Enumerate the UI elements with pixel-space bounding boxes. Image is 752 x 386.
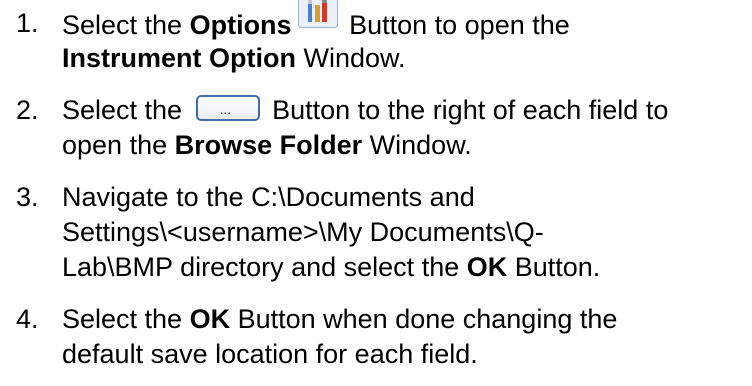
ui-term-instrument-option: Instrument Option — [62, 43, 296, 73]
options-icon — [297, 0, 338, 28]
step-line: default save location for each field. — [62, 339, 478, 369]
step-line: Lab\BMP directory and select the OK Butt… — [62, 252, 601, 282]
step-line: Settings\<username>\My Documents\Q- — [62, 217, 544, 247]
step-number: 2. — [16, 95, 39, 125]
step-number: 4. — [16, 304, 39, 334]
step-text: Select the Options Button to open the In… — [62, 0, 752, 76]
step-text: Select the OK Button when done changing … — [62, 302, 752, 372]
step-line: open the Browse Folder Window. — [62, 130, 472, 160]
step-line: Select the OK Button when done changing … — [62, 304, 618, 334]
step-number: 3. — [16, 182, 39, 212]
ui-term-options: Options — [189, 10, 292, 40]
ui-term-ok: OK — [189, 304, 231, 334]
step-text: Select the ... Button to the right of ea… — [62, 93, 752, 163]
step-line: Select the Options Button to open the — [62, 0, 752, 41]
step-line: Navigate to the C:\Documents and — [62, 182, 475, 212]
ui-term-browse-folder: Browse Folder — [174, 130, 363, 160]
ui-term-ok: OK — [466, 252, 508, 282]
ellipsis-button-icon: ... — [195, 95, 260, 121]
step-number: 1. — [16, 8, 39, 38]
step-text: Navigate to the C:\Documents and Setting… — [62, 180, 752, 285]
step-line: Instrument Option Window. — [62, 43, 406, 73]
step-line: Select the ... Button to the right of ea… — [62, 95, 669, 125]
